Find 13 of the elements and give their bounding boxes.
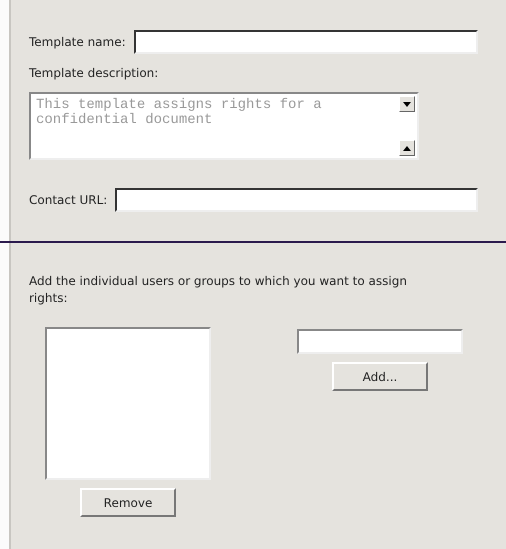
instruction-text: Add the individual users or groups to which you want to assign rights: [29,273,408,307]
template-name-field[interactable] [134,30,478,54]
template-description-field[interactable]: This template assigns rights for a confidential document [29,92,419,160]
scroll-down-icon[interactable] [399,96,415,112]
user-input-field[interactable] [297,329,463,354]
remove-button[interactable]: Remove [80,488,176,517]
users-list[interactable] [45,327,211,480]
add-button[interactable]: Add... [332,362,428,391]
contact-url-label: Contact URL: [29,193,108,207]
template-name-label: Template name: [29,35,126,49]
contact-url-field[interactable] [115,188,478,212]
template-description-label: Template description: [29,66,160,80]
scroll-up-icon[interactable] [399,140,415,156]
